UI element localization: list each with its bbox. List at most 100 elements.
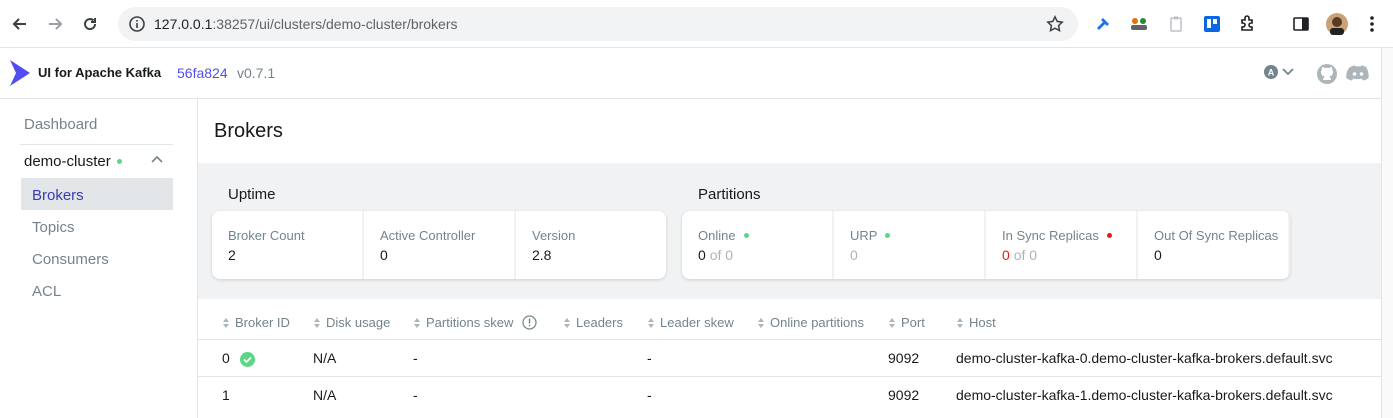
sort-icon — [758, 317, 764, 328]
kafka-logo-icon[interactable] — [8, 58, 32, 88]
profile-avatar[interactable] — [1326, 13, 1348, 35]
isr-label-row: In Sync Replicas — [1002, 228, 1112, 243]
urp-card: URP 0 — [834, 211, 984, 279]
col-online-partitions[interactable]: Online partitions — [757, 315, 864, 330]
disk-usage-cell: N/A — [313, 387, 337, 403]
urp-status-dot — [885, 233, 891, 238]
isr-label: In Sync Replicas — [1002, 228, 1099, 243]
isr-of-total: of 0 — [1013, 247, 1038, 263]
page-scrollbar[interactable] — [1381, 99, 1393, 418]
col-partitions-skew[interactable]: Partitions skew — [413, 315, 538, 330]
online-value-row: 0 of 0 — [698, 247, 733, 263]
col-broker-id[interactable]: Broker ID — [222, 315, 290, 330]
chevron-down-icon — [1282, 68, 1294, 76]
app-version: v0.7.1 — [237, 65, 276, 81]
sidebar-item-consumers[interactable]: Consumers — [32, 251, 109, 268]
col-disk-usage-label: Disk usage — [326, 315, 391, 330]
active-controller-card: Active Controller 0 — [364, 211, 514, 279]
broker-id-value: 0 — [222, 350, 230, 366]
urp-value: 0 — [850, 247, 858, 263]
leader-skew-cell: - — [647, 350, 652, 366]
sidebar-item-dashboard[interactable]: Dashboard — [24, 116, 97, 133]
out-of-sync-replicas-card: Out Of Sync Replicas 0 — [1138, 211, 1288, 279]
broker-count-label: Broker Count — [228, 228, 305, 243]
isr-value: 0 — [1002, 247, 1010, 263]
isr-value-row: 0 of 0 — [1002, 247, 1037, 263]
sort-icon — [314, 317, 320, 328]
commit-link[interactable]: 56fa824 — [177, 65, 228, 81]
urp-label: URP — [850, 228, 878, 243]
site-info-icon[interactable] — [128, 15, 146, 33]
col-disk-usage[interactable]: Disk usage — [313, 315, 390, 330]
partitions-skew-cell: - — [413, 350, 418, 366]
host-cell: demo-cluster-kafka-1.demo-cluster-kafka-… — [956, 387, 1333, 403]
extension-trello-icon[interactable] — [1201, 13, 1223, 35]
col-broker-id-label: Broker ID — [235, 315, 290, 330]
active-controller-label: Active Controller — [380, 228, 476, 243]
sidebar: Dashboard demo-cluster Brokers Topics Co… — [0, 99, 198, 418]
oosr-value: 0 — [1154, 247, 1162, 263]
col-leader-skew-label: Leader skew — [660, 315, 734, 330]
discord-icon[interactable] — [1346, 65, 1370, 83]
col-leaders-label: Leaders — [576, 315, 623, 330]
address-bar[interactable]: 127.0.0.1:38257/ui/clusters/demo-cluster… — [118, 7, 1078, 41]
sort-icon — [564, 317, 570, 328]
url-text[interactable]: 127.0.0.1:38257/ui/clusters/demo-cluster… — [154, 16, 458, 32]
online-card: Online 0 of 0 — [682, 211, 832, 279]
side-panel-icon[interactable] — [1290, 13, 1312, 35]
sidebar-item-acl[interactable]: ACL — [32, 283, 61, 300]
auto-theme-icon: A — [1264, 65, 1278, 79]
brand-title[interactable]: UI for Apache Kafka — [38, 65, 161, 80]
col-leader-skew[interactable]: Leader skew — [647, 315, 734, 330]
oosr-label: Out Of Sync Replicas — [1154, 228, 1279, 243]
col-host[interactable]: Host — [956, 315, 996, 330]
online-value: 0 — [698, 247, 706, 263]
info-icon[interactable] — [522, 315, 538, 330]
extensions-puzzle-icon[interactable] — [1237, 13, 1259, 35]
urp-value-row: 0 — [850, 247, 858, 263]
back-icon[interactable] — [8, 12, 32, 36]
online-label-row: Online — [698, 228, 749, 243]
reload-icon[interactable] — [78, 12, 102, 36]
col-online-partitions-label: Online partitions — [770, 315, 864, 330]
col-host-label: Host — [969, 315, 996, 330]
leader-skew-cell: - — [647, 387, 652, 403]
host-cell: demo-cluster-kafka-0.demo-cluster-kafka-… — [956, 350, 1333, 366]
extension-people-icon[interactable] — [1128, 13, 1150, 35]
sidebar-item-topics[interactable]: Topics — [32, 219, 75, 236]
row-divider — [198, 339, 1381, 340]
bookmark-star-icon[interactable] — [1046, 15, 1064, 33]
broker-id-cell[interactable]: 1 — [222, 387, 230, 403]
browser-toolbar: 127.0.0.1:38257/ui/clusters/demo-cluster… — [0, 0, 1393, 48]
col-port[interactable]: Port — [888, 315, 925, 330]
version-label: Version — [532, 228, 576, 243]
uptime-section-title: Uptime — [228, 186, 276, 203]
cluster-name: demo-cluster — [24, 153, 111, 170]
browser-menu-icon[interactable] — [1367, 14, 1377, 34]
online-status-dot — [743, 233, 749, 238]
extension-clipboard-icon[interactable] — [1165, 13, 1187, 35]
sidebar-cluster-toggle[interactable]: demo-cluster — [24, 153, 122, 170]
sidebar-item-brokers[interactable]: Brokers — [32, 187, 84, 204]
broker-id-cell[interactable]: 0 — [222, 350, 255, 367]
port-cell: 9092 — [888, 350, 920, 366]
sidebar-divider — [20, 144, 173, 145]
partitions-cards: Online 0 of 0 URP 0 In Sync Replicas 0 o… — [682, 211, 1290, 279]
chevron-up-icon[interactable] — [151, 155, 163, 165]
in-sync-replicas-card: In Sync Replicas 0 of 0 — [986, 211, 1136, 279]
cluster-status-dot — [116, 159, 122, 164]
sort-icon — [223, 317, 229, 328]
uptime-cards: Broker Count 2 Active Controller 0 Versi… — [212, 211, 666, 279]
sort-icon — [957, 317, 963, 328]
disk-usage-cell: N/A — [313, 350, 337, 366]
extension-tool-icon[interactable] — [1092, 13, 1114, 35]
version-card: Version 2.8 — [516, 211, 666, 279]
sort-icon — [648, 317, 654, 328]
broker-count-value: 2 — [228, 247, 236, 263]
theme-toggle-button[interactable]: A — [1264, 65, 1294, 79]
col-leaders[interactable]: Leaders — [563, 315, 623, 330]
app-header: UI for Apache Kafka 56fa824 v0.7.1 A — [0, 48, 1393, 99]
page-title: Brokers — [214, 120, 283, 142]
forward-icon[interactable] — [43, 12, 67, 36]
github-icon[interactable] — [1316, 63, 1338, 85]
